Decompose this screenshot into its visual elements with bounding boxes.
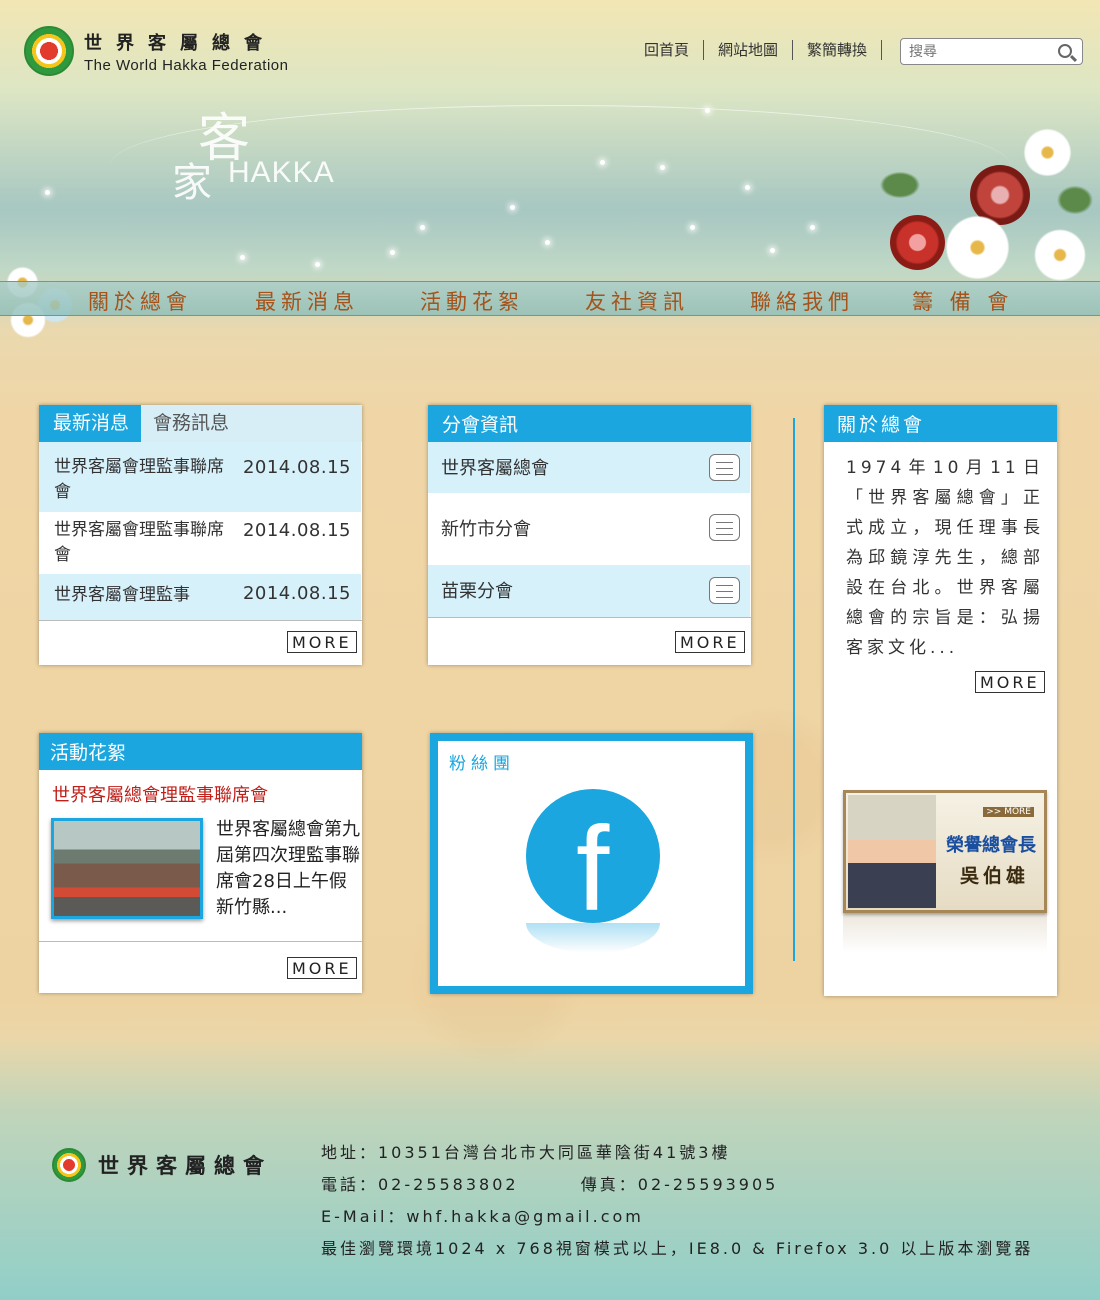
president-title: 榮譽總會長 bbox=[946, 835, 1036, 856]
news-item-title[interactable]: 世界客屬會理監事聯席會 bbox=[54, 518, 224, 568]
branch-panel-title: 分會資訊 bbox=[428, 405, 751, 442]
branch-panel: 分會資訊 世界客屬總會 新竹市分會 苗栗分會 MORE bbox=[428, 405, 751, 665]
tab-association-news[interactable]: 會務訊息 bbox=[141, 405, 362, 442]
logo-chinese-name: 世界客屬總會 bbox=[84, 32, 276, 54]
activity-panel-title: 活動花絮 bbox=[39, 733, 362, 770]
news-tabs: 最新消息 會務訊息 bbox=[39, 405, 362, 442]
top-links: 回首頁 網站地圖 繁簡轉換 bbox=[634, 40, 883, 60]
footer-logo: 世界客屬總會 bbox=[52, 1148, 272, 1182]
menu-icon[interactable] bbox=[709, 514, 740, 541]
search-icon[interactable] bbox=[1058, 44, 1072, 58]
branch-item-label[interactable]: 新竹市分會 bbox=[441, 515, 531, 541]
federation-emblem-icon bbox=[24, 26, 74, 76]
vertical-divider bbox=[793, 418, 795, 961]
news-more-button[interactable]: MORE bbox=[287, 631, 357, 653]
footer-contact-line: 電話：02-25583802 傳真：02-25593905 bbox=[321, 1173, 1033, 1205]
footer-emblem-icon bbox=[52, 1148, 86, 1182]
about-panel-title: 關於總會 bbox=[824, 405, 1057, 442]
news-item-title[interactable]: 世界客屬會理監事聯席會 bbox=[54, 455, 224, 505]
president-name: 吳伯雄 bbox=[960, 865, 1030, 887]
footer-info: 地址：10351台灣台北市大同區華陰街41號3樓 電話：02-25583802 … bbox=[321, 1141, 1033, 1269]
branch-item[interactable]: 新竹市分會 bbox=[428, 493, 750, 565]
branch-more-button[interactable]: MORE bbox=[675, 631, 745, 653]
facebook-icon-reflection bbox=[526, 923, 660, 953]
banner-hakka-en: HAKKA bbox=[228, 156, 335, 189]
footer-fax: 傳真：02-25593905 bbox=[580, 1175, 779, 1194]
footer-name: 世界客屬總會 bbox=[98, 1153, 272, 1178]
news-item-date: 2014.08.15 bbox=[242, 457, 351, 478]
search-box bbox=[900, 38, 1083, 65]
banner-char-jia: 家 bbox=[172, 160, 212, 206]
menu-icon[interactable] bbox=[709, 577, 740, 604]
news-item-date: 2014.08.15 bbox=[242, 520, 351, 541]
activity-headline[interactable]: 世界客屬總會理監事聯席會 bbox=[52, 781, 268, 807]
sitemap-link[interactable]: 網站地圖 bbox=[704, 40, 794, 60]
divider bbox=[39, 941, 362, 942]
about-text: 1974年10月11日「世界客屬總會」正式成立，現任理事長為邱鏡淳先生，總部設在… bbox=[846, 458, 1044, 658]
about-more-button[interactable]: MORE bbox=[975, 671, 1045, 693]
nav-partners[interactable]: 友社資訊 bbox=[585, 286, 689, 316]
footer-email: E-Mail：whf.hakka@gmail.com bbox=[321, 1207, 644, 1226]
divider bbox=[428, 617, 751, 618]
logo-english-name: The World Hakka Federation bbox=[84, 56, 289, 74]
president-reflection bbox=[843, 913, 1047, 953]
nav-preparatory[interactable]: 籌 備 會 bbox=[912, 286, 1013, 316]
president-more-badge[interactable]: >> MORE bbox=[983, 807, 1034, 817]
news-panel: 最新消息 會務訊息 世界客屬會理監事聯席會 2014.08.15 世界客屬會理監… bbox=[39, 405, 362, 665]
footer-address: 地址：10351台灣台北市大同區華陰街41號3樓 bbox=[321, 1143, 731, 1162]
fanpage-panel: 粉絲團 f bbox=[430, 733, 753, 994]
honorary-president-banner[interactable]: >> MORE 榮譽總會長 吳伯雄 bbox=[843, 790, 1047, 913]
fanpage-title: 粉絲團 bbox=[449, 754, 515, 774]
nav-about[interactable]: 關於總會 bbox=[88, 286, 192, 316]
news-item[interactable]: 世界客屬會理監事聯席會 2014.08.15 bbox=[39, 442, 361, 512]
activity-photo[interactable] bbox=[51, 818, 203, 919]
main-nav: 關於總會 最新消息 活動花絮 友社資訊 聯絡我們 籌 備 會 bbox=[0, 281, 1100, 316]
branch-item-label[interactable]: 苗栗分會 bbox=[441, 577, 513, 603]
branch-item[interactable]: 苗栗分會 bbox=[428, 565, 750, 617]
facebook-icon[interactable]: f bbox=[526, 789, 660, 929]
search-input[interactable] bbox=[909, 43, 1054, 60]
branch-item-label[interactable]: 世界客屬總會 bbox=[441, 454, 549, 480]
divider bbox=[39, 620, 362, 621]
president-photo bbox=[848, 795, 936, 908]
nav-contact[interactable]: 聯絡我們 bbox=[750, 286, 854, 316]
tab-latest-news[interactable]: 最新消息 bbox=[39, 405, 142, 442]
home-link[interactable]: 回首頁 bbox=[634, 40, 705, 60]
activity-more-button[interactable]: MORE bbox=[287, 957, 357, 979]
site-logo[interactable]: 世界客屬總會 The World Hakka Federation bbox=[24, 26, 288, 76]
news-item[interactable]: 世界客屬會理監事聯席會 2014.08.15 bbox=[39, 512, 361, 574]
activity-panel: 活動花絮 世界客屬總會理監事聯席會 世界客屬總會第九屆第四次理監事聯席會28日上… bbox=[39, 733, 362, 993]
activity-description: 世界客屬總會第九屆第四次理監事聯席會28日上午假新竹縣... bbox=[216, 819, 360, 918]
branch-item[interactable]: 世界客屬總會 bbox=[428, 442, 750, 493]
menu-icon[interactable] bbox=[709, 454, 740, 481]
facebook-letter: f bbox=[576, 802, 610, 936]
nav-news[interactable]: 最新消息 bbox=[255, 286, 359, 316]
traditional-simplified-link[interactable]: 繁簡轉換 bbox=[793, 40, 883, 60]
footer-phone: 電話：02-25583802 bbox=[321, 1175, 519, 1194]
footer-browser-note: 最佳瀏覽環境1024 x 768視窗模式以上，IE8.0 & Firefox 3… bbox=[321, 1239, 1034, 1258]
news-item[interactable]: 世界客屬會理監事 2014.08.15 bbox=[39, 574, 361, 620]
news-item-date: 2014.08.15 bbox=[242, 583, 351, 604]
nav-activities[interactable]: 活動花絮 bbox=[420, 286, 524, 316]
news-item-title[interactable]: 世界客屬會理監事 bbox=[54, 583, 224, 608]
